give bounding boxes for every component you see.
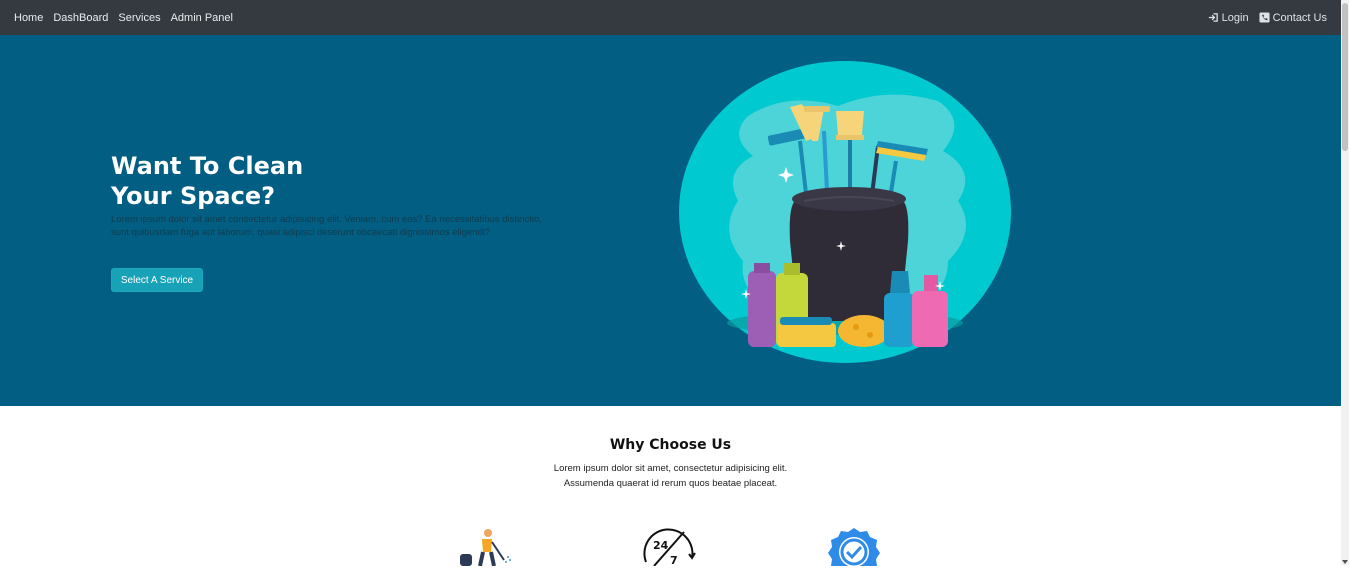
24-7-clock-icon: 24 7 bbox=[640, 526, 698, 571]
verified-badge-icon bbox=[825, 526, 883, 571]
why-sub-line-2: Assumenda quaerat id rerum quos beatae p… bbox=[563, 478, 778, 489]
phone-square-icon bbox=[1259, 12, 1270, 23]
nav-left-links: Home DashBoard Services Admin Panel bbox=[14, 12, 233, 24]
select-service-button[interactable]: Select A Service bbox=[111, 268, 203, 292]
hero-section: Want To Clean Your Space? Lorem ipsum do… bbox=[0, 35, 1341, 406]
nav-home-link[interactable]: Home bbox=[14, 12, 43, 24]
nav-dashboard-link[interactable]: DashBoard bbox=[53, 12, 108, 24]
scroll-down-icon[interactable] bbox=[1342, 553, 1348, 564]
nav-right-links: Login Contact Us bbox=[1208, 12, 1327, 24]
why-choose-us-section: Why Choose Us Lorem ipsum dolor sit amet… bbox=[0, 406, 1341, 567]
why-sub-line-1: Lorem ipsum dolor sit amet, consectetur … bbox=[553, 463, 788, 474]
nav-login-link[interactable]: Login bbox=[1208, 12, 1249, 24]
cleaner-vacuum-icon bbox=[458, 526, 514, 571]
hero-title: Want To Clean Your Space? bbox=[111, 151, 431, 211]
nav-admin-panel-link[interactable]: Admin Panel bbox=[171, 12, 233, 24]
cleaning-supplies-illustration bbox=[678, 61, 1012, 363]
nav-services-link[interactable]: Services bbox=[118, 12, 160, 24]
why-choose-us-title: Why Choose Us bbox=[609, 437, 732, 453]
hero-title-line-2: Your Space? bbox=[111, 182, 276, 210]
top-navbar: Home DashBoard Services Admin Panel Logi… bbox=[0, 0, 1341, 35]
sign-in-icon bbox=[1208, 12, 1219, 23]
nav-contact-link[interactable]: Contact Us bbox=[1259, 12, 1327, 24]
hero-description: Lorem ipsum dolor sit amet consectetur a… bbox=[111, 214, 542, 238]
24-label: 24 bbox=[653, 539, 669, 552]
7-label: 7 bbox=[670, 554, 678, 566]
nav-contact-label: Contact Us bbox=[1272, 11, 1327, 24]
why-choose-us-description: Lorem ipsum dolor sit amet, consectetur … bbox=[0, 461, 1341, 491]
scrollbar-thumb[interactable] bbox=[1342, 3, 1348, 151]
nav-login-label: Login bbox=[1221, 11, 1249, 24]
hero-title-line-1: Want To Clean bbox=[111, 152, 304, 180]
